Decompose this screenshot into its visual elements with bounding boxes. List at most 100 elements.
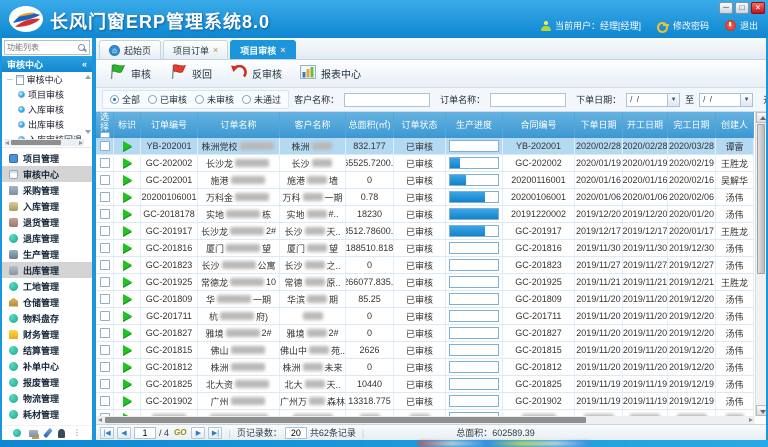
tab-close-icon[interactable]: × (213, 45, 218, 55)
sidebar-item-15[interactable]: 物流管理 (2, 390, 92, 406)
column-header-select[interactable]: 选择 (96, 112, 114, 138)
logout[interactable]: 退出 (725, 19, 758, 32)
tree-item[interactable]: 出库审核 (2, 117, 92, 132)
column-header-name[interactable]: 订单名称 (198, 112, 280, 138)
tree-expander-icon[interactable]: ─ (7, 75, 13, 84)
scroll-left-icon[interactable] (98, 418, 102, 422)
customer-name-input[interactable] (344, 93, 430, 107)
table-row[interactable]: GC-201815佛山佛山中苑..2626已审核GC-2018152019/11… (96, 342, 754, 359)
sidebar-item-9[interactable]: 仓储管理 (2, 294, 92, 310)
column-header-start-date[interactable]: 开工日期 (623, 112, 668, 138)
person-icon[interactable] (58, 429, 65, 438)
row-checkbox[interactable] (100, 243, 110, 253)
sidebar-item-7[interactable]: 出库管理 (2, 262, 92, 278)
column-header-area[interactable]: 总面积(㎡) (346, 112, 394, 138)
table-row[interactable]: GC-201816厦门望厦门望188510.818已审核GC-201816201… (96, 240, 754, 257)
table-hscrollbar[interactable] (96, 416, 755, 424)
order-name-input[interactable] (490, 93, 566, 107)
order-date-to-input[interactable] (699, 93, 741, 107)
sidebar-item-6[interactable]: 生产管理 (2, 246, 92, 262)
sidebar-item-8[interactable]: 工地管理 (2, 278, 92, 294)
column-header-order[interactable]: 订单编号 (141, 112, 198, 138)
scroll-right-icon[interactable] (79, 141, 83, 145)
cart-icon[interactable] (29, 430, 38, 437)
row-checkbox[interactable] (100, 328, 110, 338)
page-number-input[interactable] (134, 427, 156, 439)
table-row[interactable]: GC-202001施港施港墙0已审核202001160012020/01/162… (96, 172, 754, 189)
tab-close-icon[interactable]: × (280, 45, 285, 55)
row-checkbox[interactable] (100, 226, 110, 236)
toolbar-button-2[interactable]: 反审核 (230, 65, 282, 82)
table-row[interactable]: GC-201809华一期华滨期85.25已审核GC-2018092019/11/… (96, 291, 754, 308)
table-row[interactable]: GC-202002长沙龙长沙65525.7200..已审核GC-20200220… (96, 155, 754, 172)
tree-root[interactable]: ─ 审核中心 (2, 72, 92, 87)
toolbar-button-1[interactable]: 驳回 (169, 64, 212, 83)
row-checkbox[interactable] (100, 345, 110, 355)
row-checkbox[interactable] (100, 158, 110, 168)
tree-hscrollbar[interactable] (4, 139, 84, 146)
tab-1[interactable]: 项目订单× (163, 40, 228, 59)
sidebar-item-12[interactable]: 结算管理 (2, 342, 92, 358)
table-row[interactable]: GC-201825北大资北大天..10440已审核GC-2018252019/1… (96, 376, 754, 393)
scroll-up-icon[interactable] (756, 112, 767, 123)
collapse-icon[interactable]: « (82, 59, 87, 69)
restore-button[interactable]: □ (735, 2, 749, 14)
calendar-dropdown-icon[interactable]: ▼ (668, 93, 680, 107)
tree-item[interactable]: 入库审核 (2, 102, 92, 117)
sidebar-item-1[interactable]: 审核中心 (2, 166, 92, 182)
sidebar-item-13[interactable]: 补单中心 (2, 358, 92, 374)
table-row[interactable]: GC-201925常德龙10常德原..266077.835..已审核GC-201… (96, 274, 754, 291)
tab-2[interactable]: 项目审核× (230, 40, 295, 59)
sidebar-item-5[interactable]: 退库管理 (2, 230, 92, 246)
toolbar-button-0[interactable]: 审核 (108, 64, 151, 83)
row-checkbox[interactable] (100, 396, 110, 406)
status-radio-1[interactable]: 已审核 (148, 93, 187, 106)
row-checkbox[interactable] (100, 379, 110, 389)
dot-icon[interactable] (13, 429, 21, 437)
row-checkbox[interactable] (100, 175, 110, 185)
status-radio-2[interactable]: 未审核 (195, 93, 234, 106)
table-row[interactable]: GC-201902广州广州万森林13318.775已审核GC-201902201… (96, 393, 754, 410)
first-page-button[interactable]: |◀ (100, 427, 114, 439)
toolbar-button-3[interactable]: 报表中心 (300, 65, 361, 82)
column-header-flag[interactable]: 标识 (114, 112, 141, 138)
sidebar-item-2[interactable]: 采购管理 (2, 182, 92, 198)
table-row[interactable]: GC-201711杭府)0已审核GC-2017112019/11/202019/… (96, 308, 754, 325)
scroll-down-icon[interactable] (756, 405, 767, 416)
tree-scroll-up-icon[interactable] (85, 75, 91, 79)
next-page-button[interactable]: ▶ (191, 427, 205, 439)
last-page-button[interactable]: ▶| (208, 427, 222, 439)
row-checkbox[interactable] (100, 277, 110, 287)
table-vscrollbar[interactable] (755, 112, 766, 416)
table-row[interactable]: GC-2018178实地栋实地#..18230已审核20191220002201… (96, 206, 754, 223)
order-date-input[interactable] (626, 93, 668, 107)
more-icon[interactable]: ⋮ (73, 429, 81, 437)
scroll-left-icon[interactable] (5, 141, 9, 145)
row-checkbox[interactable] (100, 311, 110, 321)
hscroll-thumb[interactable] (105, 417, 586, 423)
row-checkbox[interactable] (100, 260, 110, 270)
column-header-order-date[interactable]: 下单日期 (575, 112, 623, 138)
prev-page-button[interactable]: ◀ (117, 427, 131, 439)
row-checkbox[interactable] (100, 192, 110, 202)
page-size-input[interactable] (285, 427, 307, 439)
status-radio-3[interactable]: 未通过 (242, 93, 281, 106)
column-header-progress[interactable]: 生产进度 (446, 112, 503, 138)
tree-item[interactable]: 项目审核 (2, 87, 92, 102)
sidebar-item-3[interactable]: 入库管理 (2, 198, 92, 214)
column-header-finish-date[interactable]: 完工日期 (668, 112, 716, 138)
change-password[interactable]: 修改密码 (657, 19, 709, 32)
sidebar-item-10[interactable]: 物料盘存 (2, 310, 92, 326)
tree-hscroll-thumb[interactable] (11, 140, 61, 145)
sidebar-item-16[interactable]: 耗材管理 (2, 406, 92, 422)
table-row[interactable]: GC-201823长沙公寓长沙之..0已审核GC-2018232019/11/2… (96, 257, 754, 274)
row-checkbox[interactable] (100, 362, 110, 372)
column-header-creator[interactable]: 创建人 (716, 112, 754, 138)
search-icon[interactable] (77, 43, 87, 53)
close-button[interactable]: × (751, 2, 765, 14)
table-row[interactable]: 20200106001万科金万科一期0.78已审核202001060012020… (96, 189, 754, 206)
table-row[interactable]: GC-201917长沙龙2#长沙天..8512.78600..已审核GC-201… (96, 223, 754, 240)
sidebar-item-11[interactable]: 财务管理 (2, 326, 92, 342)
column-header-contract[interactable]: 合同编号 (503, 112, 575, 138)
tree-scroll-down-icon[interactable] (85, 130, 91, 134)
